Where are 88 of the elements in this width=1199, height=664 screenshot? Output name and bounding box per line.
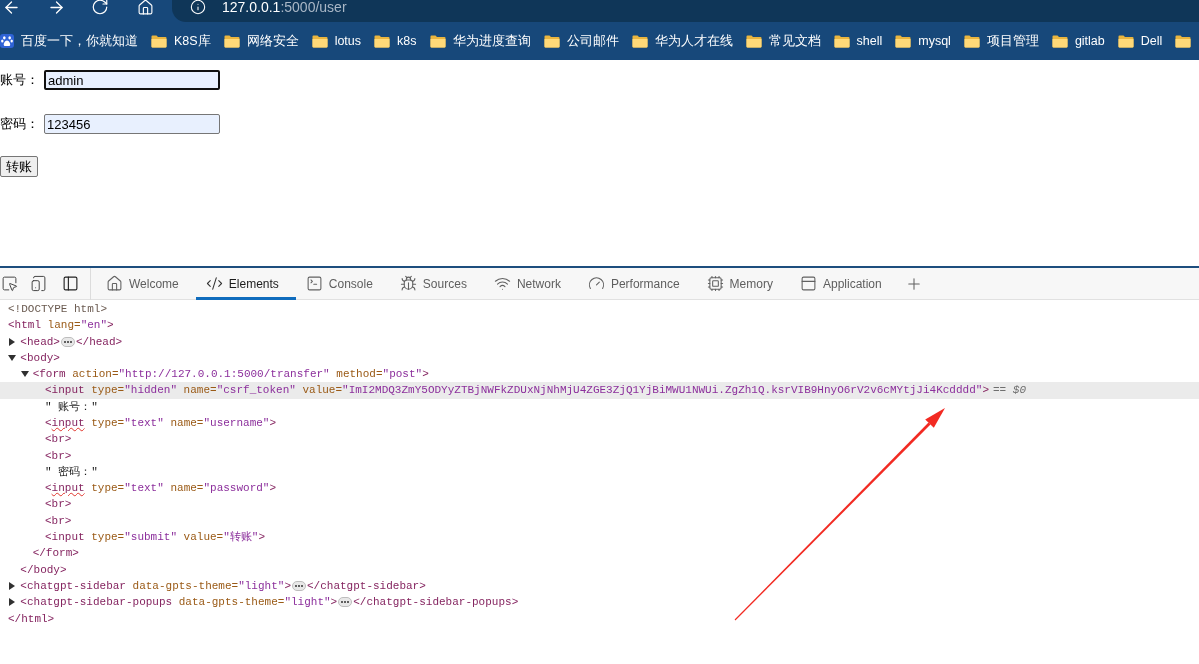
tree-row[interactable]: </form>	[32, 545, 79, 562]
devtools-tab[interactable]: Elements	[195, 267, 296, 300]
text-field[interactable]: 123456	[44, 114, 220, 134]
folder-icon	[311, 34, 328, 48]
tree-row[interactable]: <chatgpt-sidebar data-gpts-theme="light"> </chatgpt-sidebar>	[8, 578, 426, 595]
forward-icon[interactable]	[47, 0, 66, 17]
bookmark-link[interactable]: 百度一下，你就知道	[0, 31, 138, 51]
tree-row[interactable]: <form action="http://127.0.0.1:5000/transfer" method="post">	[20, 366, 429, 383]
wifi-icon	[493, 275, 511, 292]
tree-row[interactable]: <html lang="en">	[8, 317, 114, 334]
ellipsis-icon[interactable]	[292, 581, 306, 592]
bookmark-link[interactable]: k8s	[374, 31, 417, 51]
devtools-tab[interactable]: Network	[483, 267, 578, 300]
submit-button[interactable]: 转账	[0, 156, 38, 177]
bookmark-link[interactable]: 华为进度查询	[429, 31, 531, 51]
tree-row[interactable]: <body>	[8, 349, 60, 367]
tree-row[interactable]: <head> </head>	[8, 333, 123, 350]
folder-icon	[1117, 34, 1134, 48]
tree-row[interactable]: <br>	[45, 496, 72, 513]
bookmark-link[interactable]: K8S库	[151, 31, 211, 51]
folder-icon	[1175, 34, 1192, 48]
folder-icon	[1051, 34, 1068, 48]
tree-row[interactable]: </html>	[8, 610, 55, 627]
folder-icon	[631, 34, 648, 48]
info-icon[interactable]	[190, 0, 206, 15]
tree-row[interactable]: <!DOCTYPE html>	[8, 301, 108, 318]
folder-icon	[833, 34, 850, 48]
folder-icon	[223, 34, 240, 48]
tree-row[interactable]: " 账号："	[45, 398, 98, 416]
bookmark-link[interactable]: shell	[833, 31, 883, 51]
house-icon	[106, 275, 123, 292]
tree-row[interactable]: <br>	[45, 431, 72, 448]
devtools-tab[interactable]: Application	[789, 267, 899, 300]
tree-row[interactable]: <br>	[45, 447, 72, 464]
inspect-icon[interactable]	[1, 275, 18, 292]
devtools-tab[interactable]: Memory	[696, 267, 790, 300]
devtools-tab[interactable]: Sources	[389, 267, 484, 300]
triangle-down-icon[interactable]	[8, 354, 17, 363]
field-label: 密码：	[0, 115, 40, 134]
tree-row[interactable]: " 密码："	[45, 463, 98, 481]
ellipsis-icon[interactable]	[338, 597, 353, 608]
tree-row[interactable]: <input type="text" name="password">	[45, 480, 277, 497]
dock-icon[interactable]	[62, 275, 79, 292]
bookmark-link[interactable]	[1175, 34, 1192, 48]
terminal-icon	[305, 275, 323, 292]
bookmark-link[interactable]: 项目管理	[963, 31, 1039, 51]
devtools-tab[interactable]: Performance	[577, 267, 697, 300]
bookmark-link[interactable]: 常见文档	[745, 31, 821, 51]
folder-icon	[151, 34, 167, 48]
field-label: 账号：	[0, 71, 40, 90]
text-field[interactable]: admin	[44, 70, 220, 90]
tree-row[interactable]: <chatgpt-sidebar-popups data-gpts-theme="light"> </chatgpt-sidebar-popups>	[8, 594, 519, 611]
bookmark-link[interactable]: 网络安全	[223, 31, 299, 51]
folder-icon	[429, 34, 446, 48]
reload-icon[interactable]	[91, 0, 109, 16]
bug-icon	[399, 275, 417, 292]
address-bar[interactable]: 127.0.0.1:5000/user	[172, 0, 1199, 22]
tree-row[interactable]: <input type="hidden" name="csrf_token" value="ImI2MDQ3ZmY5ODYyZTBjNWFkZDUxNjNhMjU4ZGE3ZjQ1YjBiMWU1NWUi.ZgZh1Q.ksrVIB9HnyO6rV2v6cMYtjJi4Kcdddd"> == $0	[0, 382, 1199, 399]
ellipsis-icon[interactable]	[60, 336, 75, 347]
triangle-right-icon[interactable]	[8, 582, 17, 591]
folder-icon	[963, 34, 980, 48]
back-icon[interactable]	[2, 0, 21, 17]
home-icon[interactable]	[137, 0, 154, 16]
devtools-tab[interactable]: Welcome	[96, 267, 196, 300]
devtools-tab[interactable]: Console	[295, 267, 390, 300]
window-icon	[799, 275, 817, 292]
tree-row[interactable]: </body>	[20, 561, 67, 579]
tree-row[interactable]: <input type="submit" value="转账">	[45, 529, 266, 546]
triangle-right-icon[interactable]	[8, 337, 17, 346]
code-icon	[205, 275, 223, 292]
tree-row[interactable]: <br>	[45, 512, 72, 530]
gauge-icon	[587, 275, 605, 292]
triangle-right-icon[interactable]	[8, 598, 17, 607]
folder-icon	[374, 34, 391, 48]
bookmark-link[interactable]: 华为人才在线	[631, 31, 733, 51]
bookmark-link[interactable]: 公司邮件	[543, 31, 619, 51]
bookmark-link[interactable]: Dell	[1117, 31, 1163, 51]
folder-icon	[543, 34, 560, 48]
bookmark-link[interactable]: gitlab	[1051, 31, 1105, 51]
chip-icon	[706, 275, 724, 292]
device-icon[interactable]	[30, 275, 47, 292]
folder-icon	[745, 34, 762, 48]
bookmark-link[interactable]: lotus	[311, 31, 362, 51]
triangle-down-icon[interactable]	[20, 370, 29, 379]
folder-icon	[895, 34, 912, 48]
bookmark-link[interactable]: mysql	[895, 31, 951, 51]
tree-row[interactable]: <input type="text" name="username">	[45, 415, 277, 432]
paw-icon	[0, 34, 14, 48]
